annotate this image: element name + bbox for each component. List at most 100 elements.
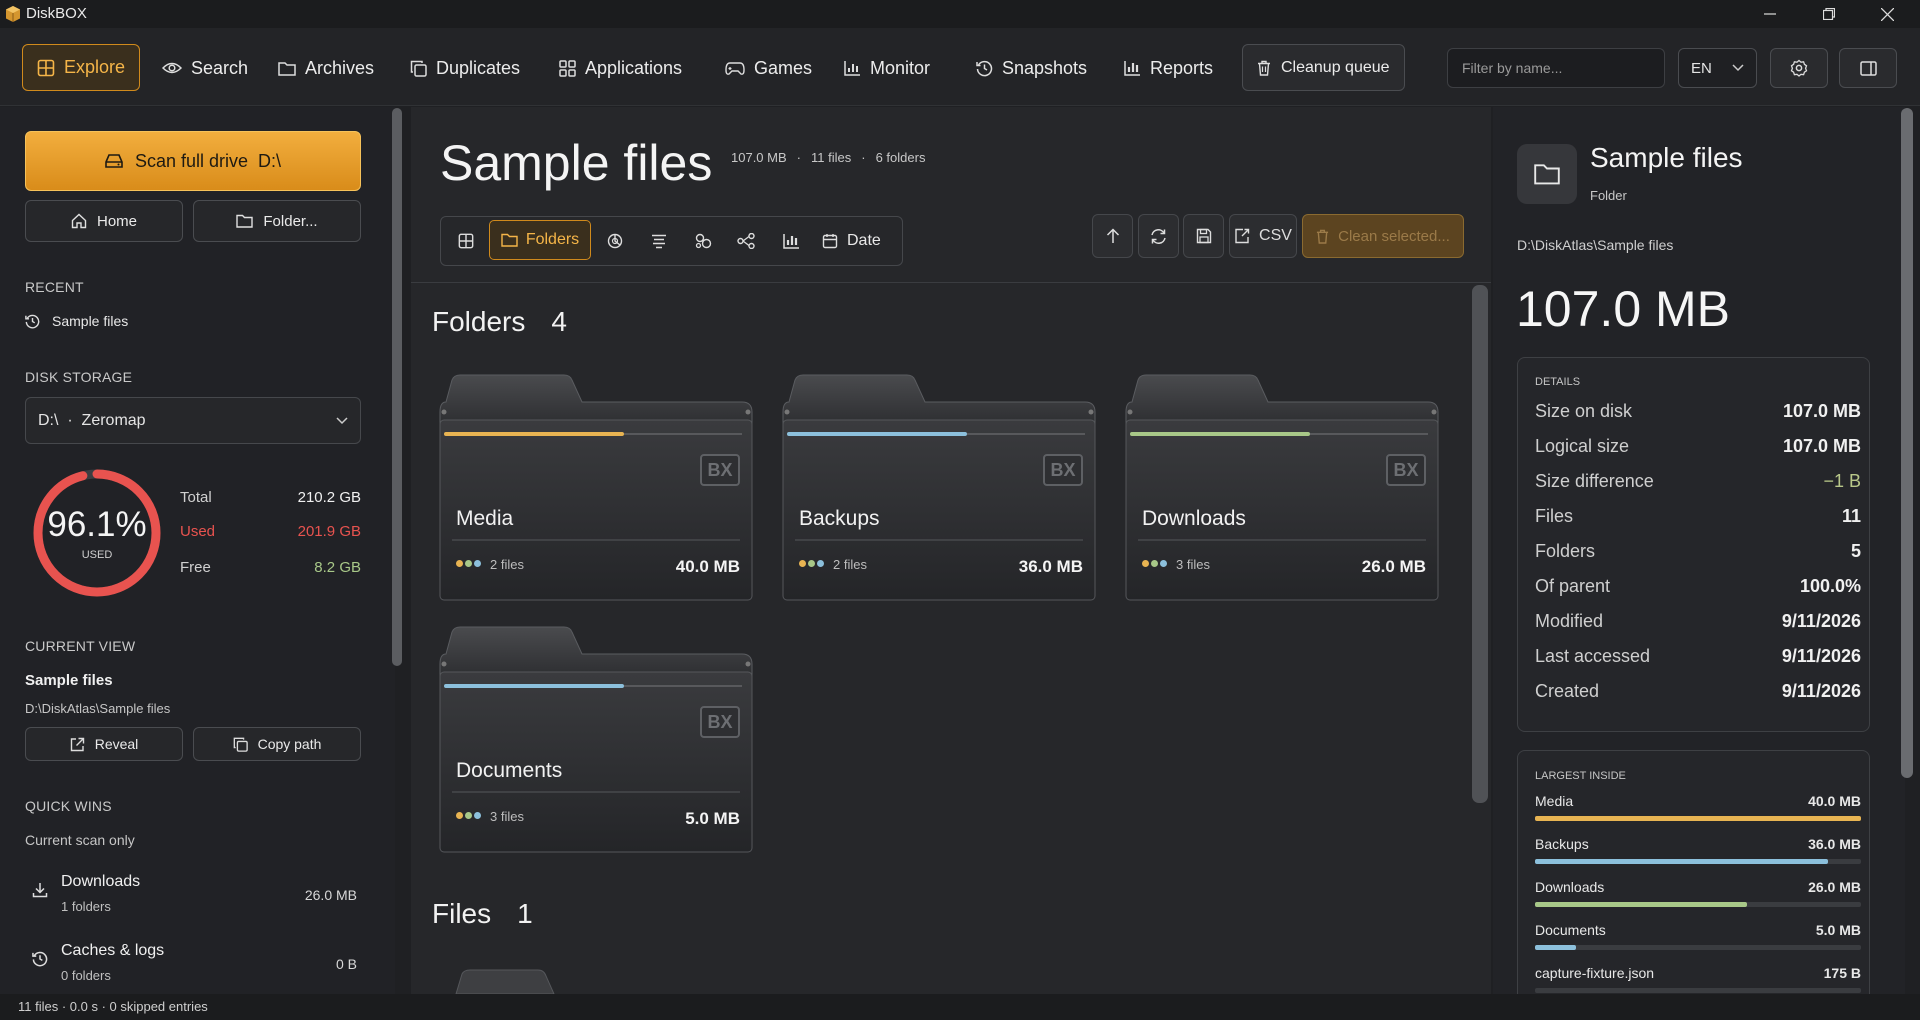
bar-chart-icon (844, 61, 860, 76)
largest-item-bar (1535, 816, 1861, 821)
nav-search[interactable]: Search (148, 44, 262, 92)
toggle-panel-button[interactable] (1839, 48, 1897, 88)
clean-selected-button[interactable]: Clean selected... (1302, 214, 1464, 258)
view-tree-button[interactable] (731, 226, 761, 256)
file-card-peek[interactable] (450, 968, 570, 994)
folder-card[interactable]: BX Media 2 files 40.0 MB (438, 374, 754, 601)
up-button[interactable] (1092, 214, 1133, 258)
folder-card-name: Media (456, 507, 514, 530)
nav-archives[interactable]: Archives (264, 44, 388, 92)
largest-item-bar (1535, 902, 1861, 907)
quick-win-caches[interactable]: Caches & logs 0 folders 0 B (25, 939, 361, 989)
nav-applications-label: Applications (585, 57, 683, 78)
folder-card[interactable]: BX Downloads 3 files 26.0 MB (1124, 374, 1440, 601)
nav-reports[interactable]: Reports (1110, 44, 1227, 92)
disk-select[interactable]: D:\ · Zeromap (25, 397, 361, 444)
close-button[interactable] (1864, 0, 1910, 28)
filter-input[interactable] (1447, 48, 1665, 88)
largest-item[interactable]: Backups 36.0 MB (1535, 836, 1861, 864)
details-folder-tile (1517, 144, 1577, 204)
details-row-value: 107.0 MB (1782, 436, 1861, 456)
nav-explore[interactable]: Explore (22, 44, 140, 91)
csv-label: CSV (1259, 227, 1292, 244)
details-row-label: Folders (1535, 541, 1596, 561)
nav-monitor[interactable]: Monitor (830, 44, 944, 92)
grid-icon (458, 233, 474, 249)
folder-picker-label: Folder... (263, 212, 318, 230)
largest-item-size: 26.0 MB (1808, 879, 1861, 895)
files-count: 1 (517, 898, 533, 929)
settings-button[interactable] (1770, 48, 1828, 88)
reveal-button[interactable]: Reveal (25, 727, 183, 761)
quick-win-downloads[interactable]: Downloads 1 folders 26.0 MB (25, 870, 361, 920)
largest-item[interactable]: Downloads 26.0 MB (1535, 879, 1861, 907)
details-row-value: 100.0% (1799, 576, 1861, 596)
export-csv-button[interactable]: CSV (1229, 214, 1297, 258)
minimize-button[interactable] (1747, 0, 1793, 28)
folder-card-name: Downloads (1142, 507, 1246, 530)
current-view-path: D:\DiskAtlas\Sample files (25, 701, 171, 716)
largest-item-bar-fill (1535, 859, 1829, 864)
page-title: Sample files (440, 135, 713, 191)
scan-drive-button[interactable]: Scan full drive D:\ (25, 131, 361, 191)
divider (411, 282, 1491, 283)
nav-applications[interactable]: Applications (545, 44, 696, 92)
largest-item-name: Media (1535, 793, 1574, 809)
view-bars-button[interactable] (776, 226, 806, 256)
language-select[interactable]: EN (1678, 48, 1757, 88)
details-size: 107.0 MB (1516, 281, 1731, 337)
details-scrollbar[interactable] (1901, 108, 1913, 778)
largest-item-size: 40.0 MB (1808, 793, 1861, 809)
view-list-button[interactable] (644, 226, 674, 256)
download-icon (32, 883, 48, 898)
folder-picker-button[interactable]: Folder... (193, 200, 361, 242)
nav-duplicates-label: Duplicates (436, 57, 521, 78)
view-folders-button[interactable]: Folders (489, 220, 591, 260)
bubbles-icon (695, 233, 711, 249)
view-date-button[interactable]: Date (822, 226, 881, 256)
disk-storage-title: DISK STORAGE (25, 369, 133, 385)
copy-path-button[interactable]: Copy path (193, 727, 361, 761)
status-bar: 11 files · 0.0 s · 0 skipped entries (0, 994, 1920, 1020)
quick-wins-title: QUICK WINS (25, 798, 112, 814)
clean-selected-label: Clean selected... (1338, 227, 1450, 245)
view-pie-button[interactable] (600, 226, 630, 256)
folder-card[interactable]: BX Backups 2 files 36.0 MB (781, 374, 1097, 601)
largest-item[interactable]: capture-fixture.json 175 B (1535, 965, 1861, 993)
recent-item[interactable]: Sample files (25, 313, 128, 329)
largest-item[interactable]: Documents 5.0 MB (1535, 922, 1861, 950)
view-date-label: Date (847, 232, 881, 249)
reveal-label: Reveal (94, 736, 139, 752)
home-icon (71, 213, 87, 229)
details-row: Last accessed 9/11/2026 (1535, 639, 1861, 674)
used-value: 201.9 GB (297, 523, 361, 540)
nav-snapshots-label: Snapshots (1002, 57, 1088, 78)
details-row-label: Size on disk (1535, 401, 1633, 421)
nav-duplicates[interactable]: Duplicates (396, 44, 534, 92)
details-row-label: Of parent (1535, 576, 1611, 596)
details-path: D:\DiskAtlas\Sample files (1517, 237, 1674, 253)
cleanup-queue-button[interactable]: Cleanup queue (1242, 44, 1405, 91)
sidebar-scrollbar[interactable] (392, 108, 402, 666)
save-button[interactable] (1183, 214, 1224, 258)
card-dots (1142, 560, 1167, 567)
nav-snapshots[interactable]: Snapshots (962, 44, 1101, 92)
largest-item-name: Downloads (1535, 879, 1605, 895)
folder-card[interactable]: BX Documents 3 files 5.0 MB (438, 626, 754, 853)
details-row: Logical size 107.0 MB (1535, 429, 1861, 464)
details-name: Sample files (1590, 142, 1743, 173)
nav-games[interactable]: Games (711, 44, 826, 92)
language-value: EN (1691, 59, 1712, 77)
refresh-button[interactable] (1138, 214, 1179, 258)
largest-item[interactable]: Media 40.0 MB (1535, 793, 1861, 821)
usage-ring: 96.1% USED (31, 467, 163, 599)
view-grid-button[interactable] (451, 226, 481, 256)
main-scrollbar[interactable] (1472, 285, 1488, 803)
details-row: Folders 5 (1535, 534, 1861, 569)
restore-button[interactable] (1806, 0, 1852, 28)
usage-percent: 96.1% (47, 505, 147, 544)
view-bubbles-button[interactable] (688, 226, 718, 256)
home-button[interactable]: Home (25, 200, 183, 242)
free-value: 8.2 GB (314, 559, 361, 576)
details-row-value: 9/11/2026 (1781, 611, 1861, 631)
